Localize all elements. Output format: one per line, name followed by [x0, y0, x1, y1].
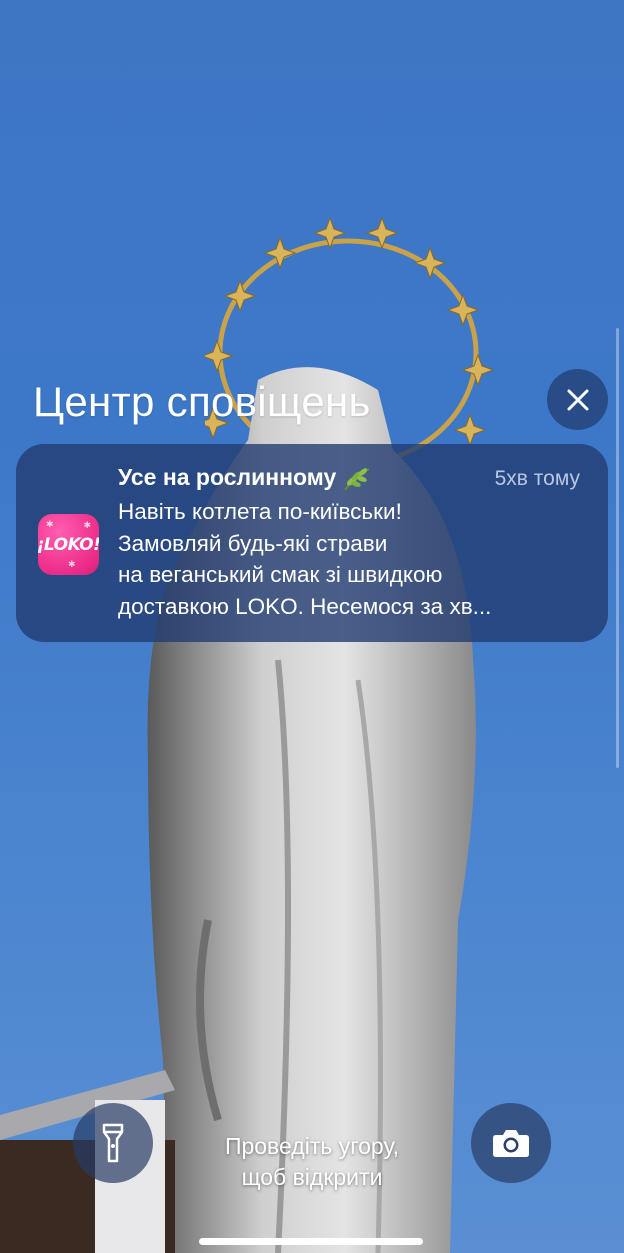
- camera-button[interactable]: [471, 1103, 551, 1183]
- flashlight-icon: [102, 1123, 124, 1163]
- home-indicator[interactable]: [199, 1238, 423, 1245]
- notification-body-line: Замовляй будь-які страви: [118, 530, 388, 556]
- notification-title-row: Усе на рослинному: [118, 464, 372, 492]
- notification-time: 5хв тому: [494, 467, 580, 490]
- flashlight-button[interactable]: [73, 1103, 153, 1183]
- app-logo-text: ¡LOKO!: [38, 534, 99, 555]
- notification-card[interactable]: ✱ ✱ ✱ ¡LOKO! Усе на рослинному 5хв тому …: [16, 444, 608, 642]
- swipe-up-hint: Проведіть угору, щоб відкрити: [180, 1131, 444, 1193]
- close-icon: [567, 389, 588, 410]
- swipe-hint-line: Проведіть угору,: [224, 1133, 400, 1159]
- notification-body-line: доставкою LOKO. Несемося за хв...: [118, 593, 492, 619]
- notification-title: Усе на рослинному: [118, 464, 337, 490]
- notification-body-line: на веганський смак зі швидкою: [118, 562, 443, 587]
- notification-body-line: Навіть котлета по-київськи!: [118, 499, 402, 524]
- close-button[interactable]: [547, 369, 608, 430]
- notification-body: Навіть котлета по-київськи! Замовляй буд…: [118, 496, 578, 622]
- swipe-hint-line: щоб відкрити: [241, 1164, 383, 1190]
- notification-center-title: Центр сповіщень: [33, 378, 371, 425]
- camera-icon: [493, 1130, 529, 1157]
- scroll-indicator: [616, 328, 619, 768]
- loko-app-icon: ✱ ✱ ✱ ¡LOKO!: [38, 514, 99, 575]
- herb-leaf-icon: [344, 468, 370, 491]
